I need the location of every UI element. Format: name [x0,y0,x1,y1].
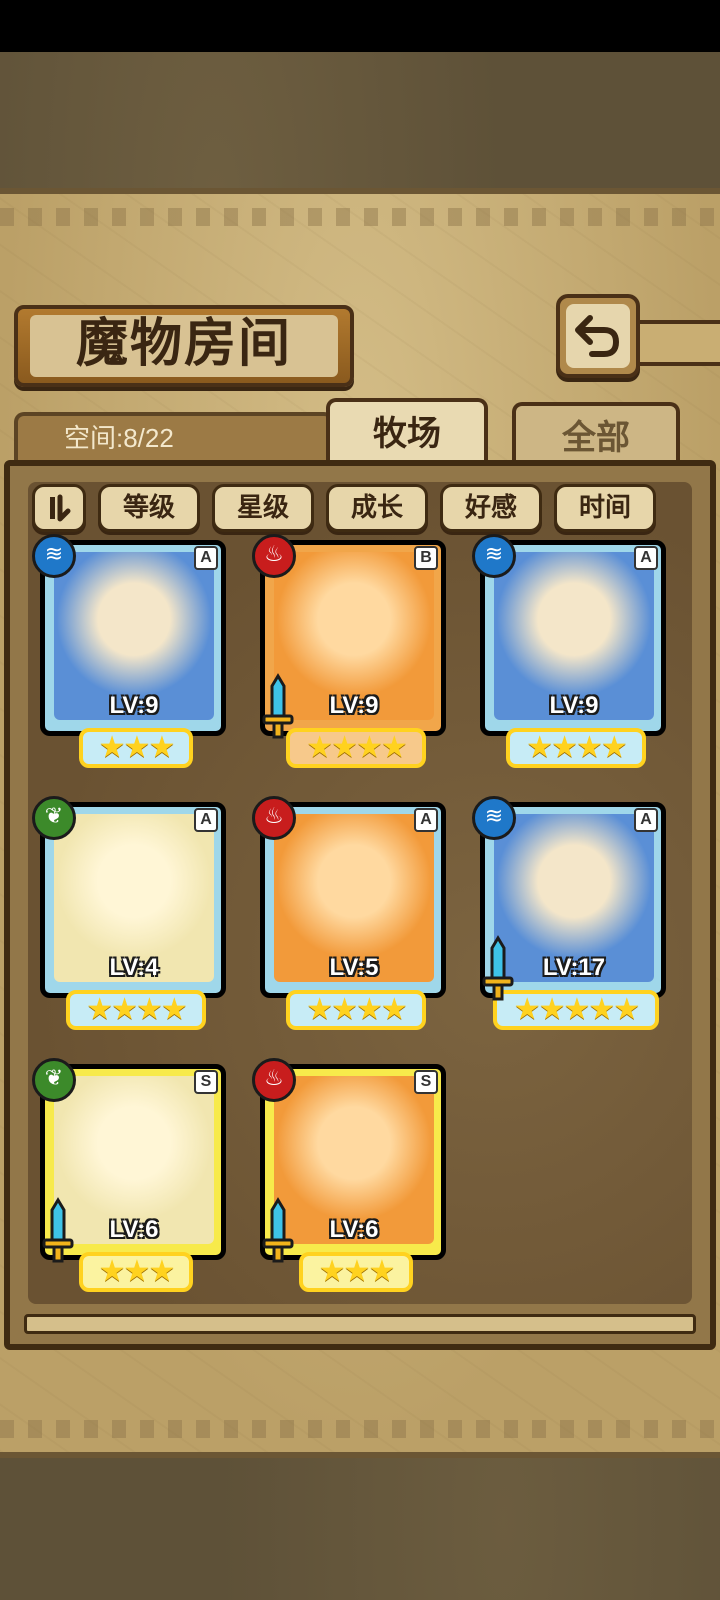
star-rating: ★★★ [299,1252,413,1292]
water-element-icon: ≋ [472,534,516,578]
star-rating: ★★★★ [506,728,646,768]
rank-badge: S [414,1070,438,1094]
sort-by-growth-button[interactable]: 成长 [326,484,428,532]
header-strip [630,320,720,366]
return-arrow-icon [575,315,620,357]
sort-by-level-button[interactable]: 等级 [98,484,200,532]
sword-icon [262,1197,294,1263]
monster-card[interactable]: ≋ A LV:9 ★★★★ [472,534,668,770]
monster-card[interactable]: ❦ S LV:6 ★★★ [32,1058,228,1294]
page-title: 魔物房间 [75,313,292,374]
monster-card[interactable]: ❦ A LV:4 ★★★★ [32,796,228,1032]
rank-badge: A [634,808,658,832]
sort-by-affinity-button[interactable]: 好感 [440,484,542,532]
rank-badge: B [414,546,438,570]
sword-icon [482,935,514,1001]
star-rating: ★★★ [79,728,193,768]
list-bottom-rail [24,1314,696,1334]
fire-element-icon: ♨ [252,534,296,578]
rank-badge: S [194,1070,218,1094]
sort-by-time-button[interactable]: 时间 [554,484,656,532]
rank-badge: A [414,808,438,832]
star-rating: ★★★★ [286,990,426,1030]
rank-badge: A [634,546,658,570]
fire-element-icon: ♨ [252,796,296,840]
sword-icon [42,1197,74,1263]
star-rating: ★★★ [79,1252,193,1292]
rank-badge: A [194,546,218,570]
rank-badge: A [194,808,218,832]
monster-card[interactable]: ≋ A LV:17 ★★★★★ [472,796,668,1032]
back-button[interactable] [556,294,640,378]
water-element-icon: ≋ [472,796,516,840]
monster-card[interactable]: ≋ A LV:9 ★★★ [32,534,228,770]
star-rating: ★★★★★ [493,990,659,1030]
monster-card[interactable]: ♨ A LV:5 ★★★★ [252,796,448,1032]
level-label: LV:6 [329,1216,379,1243]
star-rating: ★★★★ [66,990,206,1030]
monster-card[interactable]: ♨ B LV:9 ★★★★ [252,534,448,770]
level-label: LV:9 [329,692,379,719]
leaf-element-icon: ❦ [32,796,76,840]
level-label: LV:5 [329,954,379,981]
level-label: LV:6 [109,1216,159,1243]
space-counter: 空间:8/22 [64,423,174,453]
status-bar [0,0,720,52]
sort-order-toggle[interactable] [32,484,86,532]
sort-by-stars-button[interactable]: 星级 [212,484,314,532]
water-element-icon: ≋ [32,534,76,578]
monster-card[interactable]: ♨ S LV:6 ★★★ [252,1058,448,1294]
leaf-element-icon: ❦ [32,1058,76,1102]
tab-ranch[interactable]: 牧场 [326,398,488,468]
sword-icon [262,673,294,739]
space-counter-bar: 空间:8/22 [14,412,334,462]
title-plate: 魔物房间 [14,305,354,387]
tab-all-label: 全部 [562,418,630,458]
tab-ranch-label: 牧场 [373,414,441,454]
star-rating: ★★★★ [286,728,426,768]
sort-toggle-icon [50,494,71,522]
level-label: LV:9 [109,692,159,719]
level-label: LV:4 [109,954,159,981]
fire-element-icon: ♨ [252,1058,296,1102]
level-label: LV:17 [542,954,606,981]
level-label: LV:9 [549,692,599,719]
